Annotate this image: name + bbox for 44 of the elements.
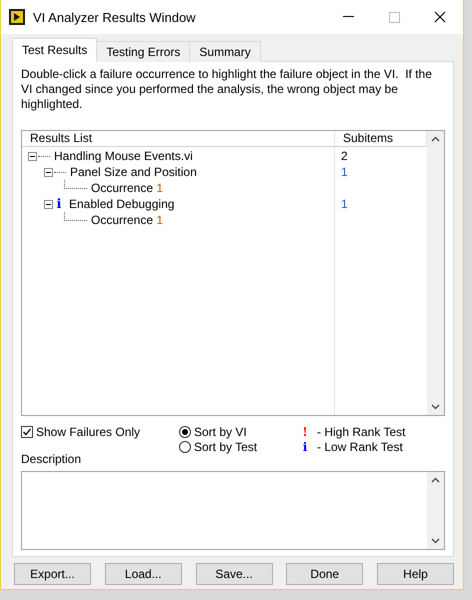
checkmark-icon <box>22 427 32 438</box>
description-label: Description <box>21 452 82 466</box>
rank-symbol: i <box>56 196 62 212</box>
rank-symbol: ! <box>301 424 309 439</box>
tree-item[interactable]: Panel Size and Position <box>70 165 197 179</box>
dialog-button[interactable]: Done <box>286 563 364 585</box>
tree-line <box>64 180 87 188</box>
close-icon[interactable] <box>434 11 446 23</box>
tab[interactable]: Summary <box>189 41 261 62</box>
legend-label: - High Rank Test <box>317 424 406 439</box>
legend-label: - Low Rank Test <box>317 440 403 454</box>
scroll-up-icon[interactable] <box>431 136 440 142</box>
dialog-button[interactable]: Load... <box>104 563 182 585</box>
scroll-up-icon[interactable] <box>431 477 440 484</box>
subitems-count: 1 <box>341 197 348 211</box>
subitems-count: 2 <box>341 149 348 163</box>
scrollbar[interactable] <box>427 472 444 549</box>
tab[interactable]: Test Results <box>12 38 98 62</box>
dialog-button[interactable]: Save... <box>196 563 272 585</box>
sort-radio[interactable]: Sort by VI <box>179 424 297 440</box>
dialog-button[interactable]: Help <box>377 563 454 585</box>
tree-item[interactable]: Occurrence 1 <box>91 213 164 227</box>
scrollbar[interactable] <box>427 131 444 416</box>
tree-item[interactable]: Handling Mouse Events.vi <box>54 149 193 163</box>
tree-line <box>64 212 87 220</box>
tab[interactable]: Testing Errors <box>96 41 190 62</box>
app-icon <box>9 9 25 25</box>
show-failures-checkbox[interactable]: Show Failures Only <box>21 424 179 440</box>
description-field[interactable] <box>21 471 445 550</box>
collapse-icon[interactable] <box>28 152 37 160</box>
collapse-icon[interactable] <box>44 200 53 208</box>
scroll-down-icon[interactable] <box>431 538 440 544</box>
minimize-icon[interactable] <box>342 16 354 18</box>
column-header[interactable]: Results List <box>22 131 335 147</box>
subitems-count: 1 <box>341 165 348 179</box>
rank-symbol: i <box>302 440 308 454</box>
scroll-down-icon[interactable] <box>431 404 440 410</box>
tree-item[interactable]: Enabled Debugging <box>69 197 174 211</box>
tree-item[interactable]: Occurrence 1 <box>91 181 164 195</box>
collapse-icon[interactable] <box>44 168 53 176</box>
window-title: VI Analyzer Results Window <box>33 10 197 24</box>
instructions-text: Double-click a failure occurrence to highlight the failure object in the VI. If the VI changed since you performed the analysis, the wrong object may be highlighted. <box>21 67 433 112</box>
sort-radio[interactable]: Sort by Test <box>179 439 297 454</box>
dialog-button[interactable]: Export... <box>14 563 91 585</box>
